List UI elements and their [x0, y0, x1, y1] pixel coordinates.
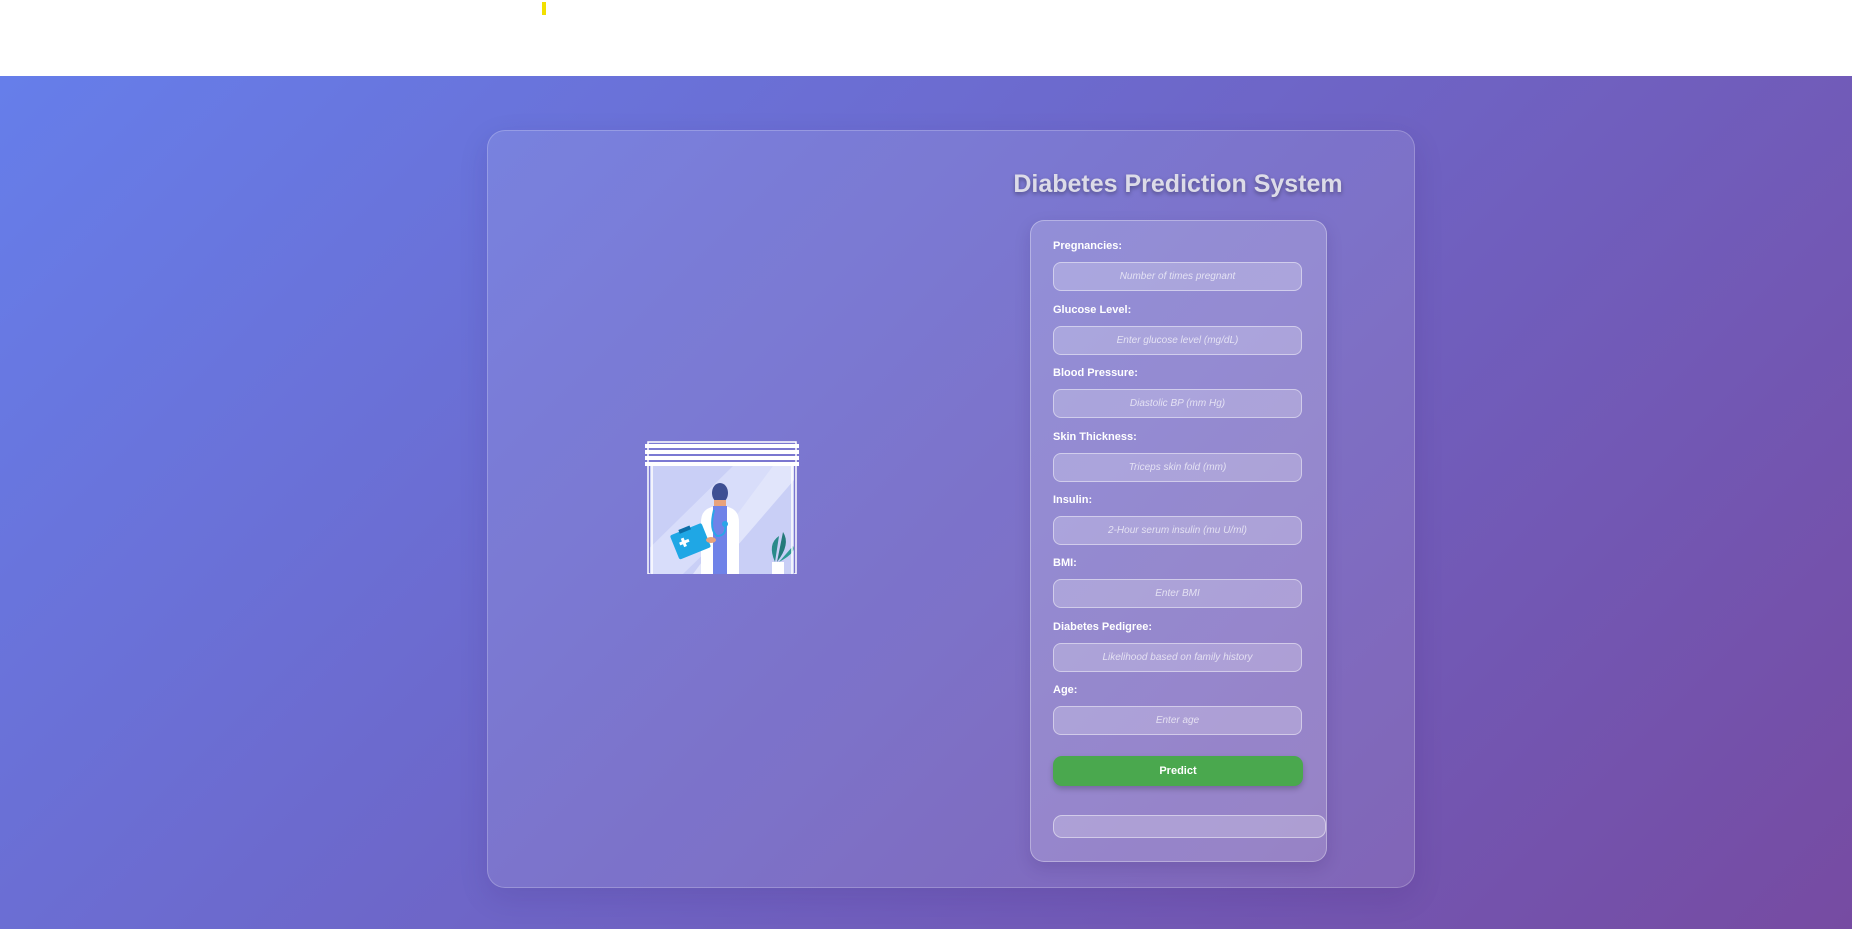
insulin-input[interactable] [1053, 516, 1302, 545]
age-input[interactable] [1053, 706, 1302, 735]
insulin-label: Insulin: [1053, 494, 1093, 506]
skin-thickness-label: Skin Thickness: [1053, 431, 1137, 443]
doctor-illustration-icon [645, 441, 799, 574]
blood-pressure-input[interactable] [1053, 389, 1302, 418]
diabetes-pedigree-input[interactable] [1053, 643, 1302, 672]
page-title: Diabetes Prediction System [1013, 170, 1343, 198]
text-cursor-marker [542, 2, 546, 15]
age-label: Age: [1053, 684, 1078, 696]
glucose-level-input[interactable] [1053, 326, 1302, 355]
diabetes-pedigree-label: Diabetes Pedigree: [1053, 621, 1153, 633]
top-bar [0, 0, 1852, 76]
glucose-level-label: Glucose Level: [1053, 304, 1132, 316]
bmi-input[interactable] [1053, 579, 1302, 608]
prediction-result-box [1053, 815, 1326, 838]
bmi-label: BMI: [1053, 557, 1077, 569]
pregnancies-input[interactable] [1053, 262, 1302, 291]
blood-pressure-label: Blood Pressure: [1053, 367, 1138, 379]
skin-thickness-input[interactable] [1053, 453, 1302, 482]
pregnancies-label: Pregnancies: [1053, 240, 1123, 252]
predict-button[interactable]: Predict [1053, 756, 1303, 786]
